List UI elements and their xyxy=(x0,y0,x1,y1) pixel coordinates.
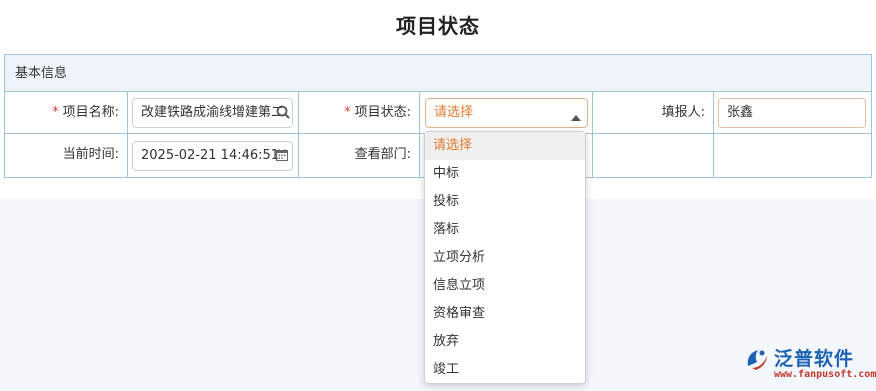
reporter-value: 张鑫 xyxy=(727,105,754,120)
project-name-input[interactable]: 改建铁路成渝线增建第二 xyxy=(132,98,293,128)
reporter-input[interactable]: 张鑫 xyxy=(718,98,866,128)
project-status-label: 项目状态: xyxy=(354,105,411,120)
reporter-cell: 张鑫 xyxy=(714,92,871,134)
dropdown-option[interactable]: 请选择 xyxy=(425,132,585,160)
page-title: 项目状态 xyxy=(396,14,480,38)
logo-text: 泛普软件 xyxy=(774,348,855,370)
empty-value-cell xyxy=(714,134,871,177)
section-title: 基本信息 xyxy=(5,55,871,92)
caret-up-icon[interactable] xyxy=(571,110,581,125)
project-status-select[interactable]: 请选择 xyxy=(425,98,588,128)
dropdown-option[interactable]: 落标 xyxy=(425,216,585,244)
dropdown-option[interactable]: 资格审查 xyxy=(425,300,585,328)
current-time-label-cell: 当前时间: xyxy=(5,134,128,177)
dropdown-option[interactable]: 中标 xyxy=(425,160,585,188)
calendar-icon[interactable] xyxy=(276,149,288,165)
dropdown-option[interactable]: 竣工 xyxy=(425,356,585,384)
status-dropdown-list: 请选择 中标 投标 落标 立项分析 信息立项 资格审查 放弃 竣工 xyxy=(424,131,586,384)
reporter-label: 填报人: xyxy=(661,105,705,120)
project-status-label-cell: * 项目状态: xyxy=(299,92,420,134)
current-time-label: 当前时间: xyxy=(62,147,119,162)
project-status-cell: 请选择 xyxy=(420,92,593,134)
fanpu-logo-icon xyxy=(744,346,770,376)
project-name-label-cell: * 项目名称: xyxy=(5,92,128,134)
fanpu-logo: 泛普软件 www.fanpusoft.com xyxy=(744,342,876,386)
current-time-input[interactable]: 2025-02-21 14:46:51 xyxy=(132,141,293,171)
search-icon[interactable] xyxy=(276,105,290,123)
current-time-cell: 2025-02-21 14:46:51 xyxy=(128,134,299,177)
dropdown-option[interactable]: 立项分析 xyxy=(425,244,585,272)
view-department-label-cell: 查看部门: xyxy=(299,134,420,177)
dropdown-option[interactable]: 信息立项 xyxy=(425,272,585,300)
required-mark: * xyxy=(344,105,351,120)
logo-url: www.fanpusoft.com xyxy=(774,369,876,380)
project-name-label: 项目名称: xyxy=(62,105,119,120)
project-name-value: 改建铁路成渝线增建第二 xyxy=(141,105,285,120)
dropdown-option[interactable]: 投标 xyxy=(425,188,585,216)
dropdown-option[interactable]: 放弃 xyxy=(425,328,585,356)
reporter-label-cell: 填报人: xyxy=(593,92,714,134)
project-name-cell: 改建铁路成渝线增建第二 xyxy=(128,92,299,134)
view-department-label: 查看部门: xyxy=(354,147,411,162)
project-status-value: 请选择 xyxy=(434,105,474,120)
current-time-value: 2025-02-21 14:46:51 xyxy=(141,148,280,163)
empty-label-cell xyxy=(593,134,714,177)
required-mark: * xyxy=(52,105,59,120)
